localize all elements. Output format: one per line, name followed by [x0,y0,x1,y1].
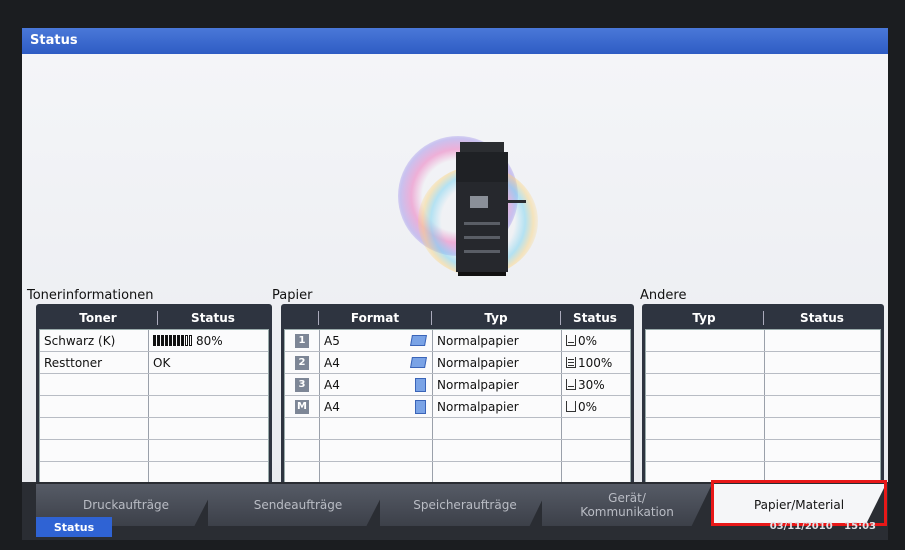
table-row [285,462,630,483]
toner-status: OK [148,352,268,373]
toner-table-header: Toner Status [39,307,269,329]
paper-type: Normalpapier [432,396,561,417]
status-content: Tonerinformationen Papier Andere Toner S… [22,54,888,494]
paper-status: 0% [578,333,598,348]
toner-header-toner: Toner [79,311,117,325]
table-row[interactable]: 2 A4 Normalpapier 100% [285,352,630,374]
table-row [40,462,268,483]
paper-level-icon [566,357,576,368]
portrait-paper-icon [415,377,426,392]
table-row [285,440,630,462]
table-row [646,352,880,374]
toner-name: Schwarz (K) [44,333,116,348]
toner-header-status: Status [191,311,235,325]
table-row[interactable]: M A4 Normalpapier 0% [285,396,630,418]
date-text: 03/11/2010 [769,521,833,532]
landscape-paper-icon [410,335,427,346]
device-screen: Status Tonerinformationen Papier Andere [22,28,888,540]
landscape-paper-icon [410,357,427,368]
table-row [646,330,880,352]
table-row: Resttoner OK [40,352,268,374]
other-header-type: Typ [692,311,716,325]
tab-sendeauftraege[interactable]: Sendeaufträge [208,484,388,526]
other-table [645,329,881,490]
toner-status: 80% [148,330,268,351]
window-title: Status [30,33,78,48]
table-row [40,418,268,440]
table-row [646,374,880,396]
active-tab-highlight [711,480,887,526]
paper-table-header: Format Typ Status [284,307,631,329]
paper-table: 1 A5 Normalpapier 0% 2 A4 Normalpapier 1… [284,329,631,490]
table-row [40,396,268,418]
table-row [40,374,268,396]
table-row[interactable]: 1 A5 Normalpapier 0% [285,330,630,352]
toner-name: Resttoner [44,355,103,370]
other-table-header: Typ Status [645,307,881,329]
paper-header-type: Typ [484,311,508,325]
paper-type: Normalpapier [432,352,561,373]
paper-level-icon [566,379,576,390]
tray-number: 2 [295,355,309,370]
paper-type: Normalpapier [432,374,561,395]
paper-type: Normalpapier [432,330,561,351]
table-row [285,418,630,440]
paper-header-status: Status [573,311,617,325]
paper-status: 100% [578,355,613,370]
paper-format: A5 [324,333,340,348]
paper-panel: Format Typ Status 1 A5 Normalpapier 0% 2… [281,304,634,494]
tab-geraet-kommunikation[interactable]: Gerät/ Kommunikation [542,484,712,526]
paper-format: A4 [324,355,340,370]
printer-illustration [398,126,538,286]
paper-status: 0% [578,399,598,414]
toner-level-gauge [153,335,192,346]
paper-format: A4 [324,377,340,392]
other-panel: Typ Status [642,304,884,494]
tray-number: 1 [295,333,309,348]
tray-number: M [295,399,309,414]
table-row [646,440,880,462]
table-row [646,396,880,418]
other-header-status: Status [800,311,844,325]
table-row [646,418,880,440]
status-title-bar: Status [22,28,888,54]
status-button[interactable]: Status [36,517,112,537]
table-row [40,440,268,462]
toner-level-text: 80% [196,333,223,348]
paper-level-icon [566,335,576,346]
paper-section-label: Papier [272,288,313,303]
toner-table: Schwarz (K) 80% Resttoner OK [39,329,269,490]
paper-level-icon [566,401,576,412]
toner-section-label: Tonerinformationen [27,288,154,303]
paper-format: A4 [324,399,340,414]
paper-header-format: Format [350,311,400,325]
date-time-display: 03/11/2010 15:03 [770,521,876,532]
other-section-label: Andere [640,288,687,303]
paper-status: 30% [578,377,605,392]
table-row[interactable]: 3 A4 Normalpapier 30% [285,374,630,396]
portrait-paper-icon [415,399,426,414]
tab-speicherauftraege[interactable]: Speicheraufträge [380,484,550,526]
toner-panel: Toner Status Schwarz (K) 80% Resttoner O… [36,304,272,494]
tray-number: 3 [295,377,309,392]
table-row: Schwarz (K) 80% [40,330,268,352]
time-text: 15:03 [844,521,876,532]
